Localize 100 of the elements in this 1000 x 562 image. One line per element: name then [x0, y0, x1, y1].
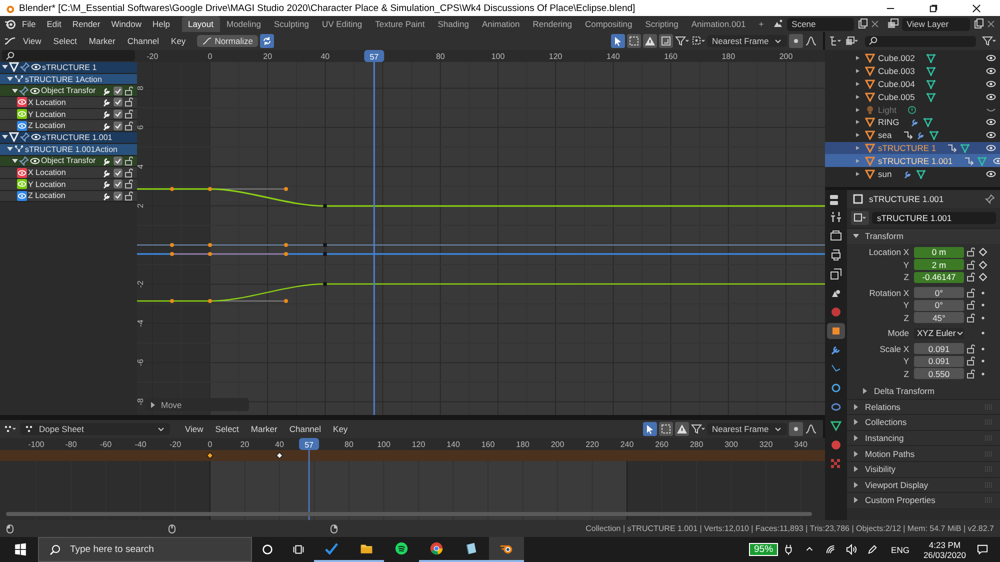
cursor-icon[interactable]	[643, 422, 657, 436]
modifier-icon[interactable]	[830, 344, 842, 356]
operator-panel[interactable]: Move	[145, 398, 249, 411]
pin-icon[interactable]	[20, 62, 30, 72]
object-icon[interactable]	[830, 325, 842, 337]
lock-icon[interactable]	[124, 109, 134, 120]
frame-ruler[interactable]	[137, 50, 825, 62]
cursor-icon[interactable]	[611, 34, 625, 48]
taskbar-search-field[interactable]: Type here to search	[38, 537, 252, 562]
workspace-tab[interactable]: Rendering	[526, 16, 578, 32]
frame-icon[interactable]	[659, 34, 673, 48]
number-field[interactable]: 0.091	[914, 356, 964, 367]
app-logo-icon[interactable]	[489, 537, 524, 562]
panel-header[interactable]: Relations	[847, 398, 1000, 414]
display-mode-icon[interactable]	[829, 35, 843, 47]
caret-icon[interactable]	[774, 37, 782, 45]
expand-arrow-icon[interactable]	[853, 497, 859, 504]
panel-header[interactable]: Motion Paths	[847, 445, 1000, 461]
falloff-curve-icon[interactable]	[805, 423, 819, 435]
wrench-icon[interactable]	[102, 156, 112, 166]
view-layer-field[interactable]: View Layer	[902, 18, 970, 30]
world-icon[interactable]	[830, 306, 842, 318]
channel-row[interactable]: X Location	[0, 167, 137, 179]
keyframe-icon[interactable]	[276, 452, 283, 459]
object-name-field[interactable]: sTRUCTURE 1.001	[872, 212, 996, 224]
wrench-icon[interactable]	[102, 120, 112, 131]
menu-item[interactable]: View	[180, 424, 208, 434]
wrench-icon[interactable]	[102, 179, 112, 190]
panel-header[interactable]: Transform	[847, 228, 1000, 244]
filter-icon[interactable]	[982, 35, 996, 47]
mode-dropdown[interactable]: Dope Sheet	[20, 423, 170, 435]
channel-row[interactable]: X Location	[0, 97, 137, 109]
mesh-data-icon[interactable]	[926, 66, 936, 76]
light-data-icon[interactable]	[907, 104, 918, 115]
pin-icon[interactable]	[19, 86, 29, 96]
current-frame-badge[interactable]	[364, 50, 384, 62]
dope-sheet-icon[interactable]	[4, 423, 18, 435]
expand-arrow-icon[interactable]	[853, 404, 859, 410]
data-icon[interactable]	[830, 420, 842, 432]
channel-search-field[interactable]	[2, 50, 135, 61]
menu-item[interactable]: View	[18, 36, 46, 46]
plug-icon[interactable]	[783, 544, 794, 555]
checkbox[interactable]	[113, 97, 123, 108]
menu-item[interactable]: Channel	[122, 36, 164, 46]
outliner-row[interactable]: Cube.004	[825, 78, 1000, 90]
scrollbar[interactable]	[6, 512, 812, 516]
drag-handle-icon[interactable]	[984, 402, 994, 412]
snap-dropdown[interactable]: Nearest Frame	[707, 423, 787, 435]
mesh-data-icon[interactable]	[916, 168, 926, 179]
workspace-tab[interactable]: Animation.001	[685, 16, 752, 32]
eye-icon[interactable]	[986, 92, 996, 102]
number-field[interactable]: -0.46147	[914, 272, 964, 283]
wrench-icon[interactable]	[102, 109, 112, 120]
drag-handle-icon[interactable]	[984, 480, 994, 490]
number-field[interactable]: 2 m	[914, 259, 964, 270]
box-select-icon[interactable]	[659, 422, 673, 436]
lock-icon[interactable]	[124, 190, 134, 201]
outliner-row[interactable]: sTRUCTURE 1	[825, 142, 1000, 154]
number-field[interactable]: 0.091	[914, 343, 964, 354]
lock-icon[interactable]	[966, 272, 976, 282]
checkbox[interactable]	[113, 86, 123, 96]
curve-icon[interactable]	[202, 36, 212, 46]
menu-item[interactable]: Render	[67, 19, 106, 29]
workspace-tab[interactable]: Modeling	[220, 16, 267, 32]
constraint-icon[interactable]	[947, 142, 958, 153]
curve-editor-icon[interactable]	[4, 35, 16, 47]
outliner-row[interactable]: sea	[825, 128, 1000, 142]
number-field[interactable]: 0°	[914, 287, 964, 298]
copy-icon[interactable]	[973, 18, 985, 30]
mode-dropdown[interactable]: XYZ Euler	[914, 328, 964, 339]
language-indicator[interactable]: ENG	[891, 544, 910, 554]
windows-start-icon[interactable]	[14, 543, 27, 556]
eye-icon[interactable]	[31, 132, 41, 142]
constraint-icon[interactable]	[902, 130, 913, 140]
panel-header[interactable]: Collections	[847, 414, 1000, 430]
close-icon[interactable]	[972, 4, 981, 12]
lock-icon[interactable]	[966, 260, 976, 270]
lock-icon[interactable]	[124, 120, 134, 131]
expand-arrow-icon[interactable]	[150, 402, 156, 408]
blender-logo-icon[interactable]	[4, 18, 16, 30]
material-icon[interactable]	[830, 439, 842, 451]
lock-icon[interactable]	[124, 97, 134, 108]
physics-icon[interactable]	[830, 382, 842, 394]
scene-field[interactable]: Scene	[786, 18, 854, 30]
channel-row[interactable]: Object Transfor	[0, 85, 137, 98]
eye-icon[interactable]	[986, 78, 996, 89]
expand-arrow-icon[interactable]	[853, 419, 859, 426]
scene-icon[interactable]	[830, 287, 842, 299]
channel-row[interactable]: sTRUCTURE 1.001Action	[0, 144, 137, 156]
eye-icon[interactable]	[30, 156, 40, 166]
menu-item[interactable]: Help	[147, 19, 175, 29]
caret-icon[interactable]	[774, 425, 782, 433]
mesh-data-icon[interactable]	[926, 92, 936, 102]
checkbox[interactable]	[113, 168, 123, 178]
workspace-tab[interactable]: Scripting	[639, 16, 684, 32]
wrench-icon[interactable]	[102, 86, 112, 96]
panel-header[interactable]: Viewport Display	[847, 476, 1000, 492]
object-type-icon[interactable]	[851, 211, 869, 225]
outliner-row[interactable]: Cube.002	[825, 52, 1000, 65]
eye-icon[interactable]	[986, 130, 996, 140]
